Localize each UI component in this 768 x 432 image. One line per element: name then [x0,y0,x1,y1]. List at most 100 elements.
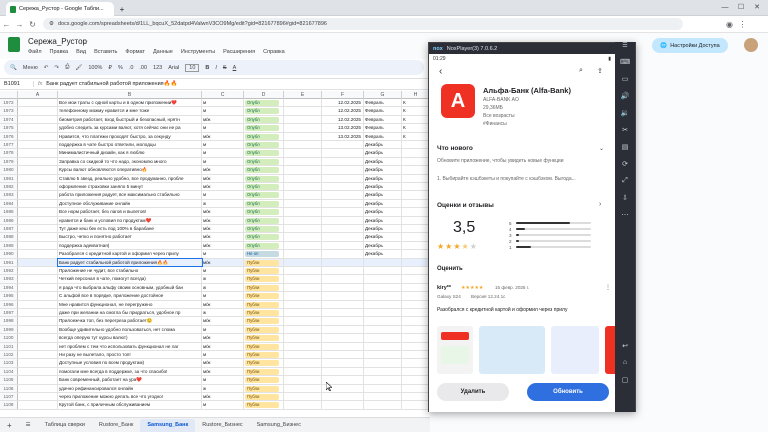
row-number[interactable]: 1976 [0,132,18,140]
app-category[interactable]: #Финансы [483,121,507,127]
cell-g[interactable]: Декабрь [364,166,402,174]
row-number[interactable]: 1997 [0,309,18,317]
cell-h[interactable]: К [402,107,430,115]
cell-b[interactable]: Крутой банк, с приличным обслуживанием [58,401,202,409]
cell-b[interactable]: нравится и банк и условия по продуктам❤️ [58,216,202,224]
cell-a[interactable] [18,157,58,166]
rotate-icon[interactable]: ⟳ [619,160,631,168]
cell-g[interactable]: Декабрь [364,233,402,241]
cell-d[interactable]: Публи [244,325,284,334]
cell-h[interactable] [402,334,430,342]
cell-e[interactable] [284,283,322,292]
cell-g[interactable]: Декабрь [364,141,402,149]
cell-f[interactable] [322,208,364,216]
cell-e[interactable] [284,216,322,224]
cell-b[interactable]: я рада что выбрала альфу своим основным,… [58,283,202,292]
cell-c[interactable]: м [202,99,244,107]
cell-d[interactable]: Опубл [244,107,284,115]
cell-c[interactable]: м [202,267,244,275]
status-chip[interactable]: Публи [245,259,279,266]
cell-d[interactable]: Публи [244,275,284,283]
cell-f[interactable]: 13.02.2025 [322,124,364,132]
status-chip[interactable]: Публи [245,360,279,367]
cell-c[interactable]: м/ж [202,166,244,174]
cell-e[interactable] [284,132,322,140]
maximize-button[interactable]: ☐ [734,2,748,13]
search-icon[interactable]: 🔍 [10,65,17,71]
new-tab-button[interactable]: + [116,2,128,16]
screen-icon[interactable]: ▭ [619,75,631,83]
cell-a[interactable] [18,250,58,258]
cell-e[interactable] [284,275,322,283]
column-header-e[interactable]: E [284,91,322,99]
cell-g[interactable]: Февраль [364,124,402,132]
cell-d[interactable]: Публи [244,258,284,266]
cell-b[interactable]: Мне нравится функционал, не перегружено [58,300,202,308]
cell-e[interactable] [284,157,322,166]
cell-e[interactable] [284,376,322,384]
cell-e[interactable] [284,359,322,367]
cell-b[interactable]: Заправка со скидкой то что надо, экономл… [58,157,202,166]
cell-f[interactable] [322,258,364,266]
row-number[interactable]: 1101 [0,342,18,350]
browser-tab[interactable]: Сережа_Рустор - Google Табли... [6,2,114,16]
column-header-b[interactable]: B [58,91,202,99]
row-number[interactable]: 1975 [0,124,18,132]
cell-a[interactable] [18,216,58,224]
cell-a[interactable] [18,376,58,384]
cell-c[interactable]: м [202,292,244,300]
sheet-tab-rustore-business[interactable]: Rustore_Бизнес [195,419,249,432]
cell-b[interactable]: Прилоежчка топ, без перегреза работает😊 [58,317,202,325]
doc-title[interactable]: Сережа_Рустор [28,37,87,46]
status-chip[interactable]: Публи [245,310,279,316]
cell-g[interactable] [364,275,402,283]
cell-f[interactable] [322,216,364,224]
keyboard-icon[interactable]: ⌨ [619,58,631,66]
menu-extensions[interactable]: Расширения [223,49,255,55]
status-chip[interactable]: Опубл [245,175,279,182]
cell-h[interactable]: К [402,115,430,124]
column-header-f[interactable]: F [322,91,364,99]
zoom-select[interactable]: 100% [88,65,102,71]
menu-view[interactable]: Вид [76,49,86,55]
cell-g[interactable] [364,359,402,367]
status-chip[interactable]: Опубл [245,217,279,224]
cell-d[interactable]: Публи [244,334,284,342]
cell-a[interactable] [18,359,58,367]
cell-f[interactable]: 12.02.2025 [322,115,364,124]
cell-h[interactable] [402,191,430,199]
cell-a[interactable] [18,292,58,300]
cell-d[interactable]: Публи [244,359,284,367]
status-chip[interactable]: Публи [245,394,279,400]
cell-h[interactable] [402,258,430,266]
rate-label[interactable]: Оценить [437,266,463,272]
status-chip[interactable]: Опубл [245,150,279,157]
more-icon[interactable]: ⋯ [619,211,631,219]
cell-d[interactable]: Опубл [244,174,284,182]
cell-e[interactable] [284,250,322,258]
cell-g[interactable]: Декабрь [364,174,402,182]
cell-a[interactable] [18,401,58,409]
cell-h[interactable] [402,225,430,233]
status-chip[interactable]: Публи [245,377,279,384]
cell-f[interactable] [322,283,364,292]
android-recents-icon[interactable]: ▢ [619,376,631,384]
update-button[interactable]: Обновить [527,383,609,401]
cell-e[interactable] [284,367,322,376]
cell-f[interactable] [322,191,364,199]
strikethrough-button[interactable]: S [223,65,227,71]
row-number[interactable]: 1102 [0,351,18,359]
undo-icon[interactable]: ↶ [44,65,49,71]
status-chip[interactable]: Опубл [245,234,279,241]
browser-menu-icon[interactable]: ⋮ [736,20,749,29]
cell-e[interactable] [284,107,322,115]
forward-icon[interactable]: → [13,20,26,29]
cell-g[interactable] [364,393,402,401]
cell-b[interactable]: Приложение не чудит, все стабильно [58,267,202,275]
back-icon[interactable]: ← [0,20,13,29]
cell-h[interactable] [402,275,430,283]
status-chip[interactable]: Опубл [245,167,279,174]
row-number[interactable]: 1995 [0,292,18,300]
cell-h[interactable] [402,393,430,401]
cell-a[interactable] [18,267,58,275]
